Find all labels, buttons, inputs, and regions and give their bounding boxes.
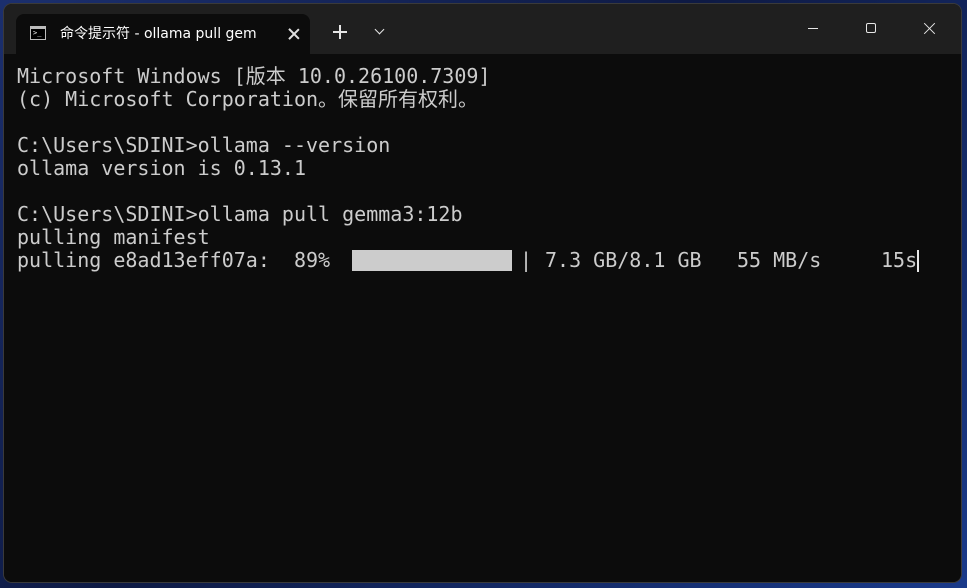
minimize-icon[interactable] <box>784 4 842 54</box>
progress-prefix: pulling e8ad13eff07a: 89% <box>17 248 331 272</box>
command-line: C:\Users\SDINI>ollama --version <box>17 133 391 157</box>
progress-separator: | <box>520 248 533 272</box>
plus-icon[interactable] <box>326 18 354 46</box>
tab-title: 命令提示符 - ollama pull gem <box>60 26 257 42</box>
close-icon[interactable] <box>288 28 300 40</box>
output-line: ollama version is 0.13.1 <box>17 156 306 180</box>
terminal-output[interactable]: Microsoft Windows [版本 10.0.26100.7309] (… <box>4 54 961 582</box>
text-cursor <box>917 250 919 272</box>
output-line: pulling manifest <box>17 225 210 249</box>
chevron-down-icon[interactable] <box>368 20 392 44</box>
tab-command-prompt[interactable]: 命令提示符 - ollama pull gem <box>16 14 310 54</box>
command-line: C:\Users\SDINI>ollama pull gemma3:12b <box>17 202 463 226</box>
output-line: (c) Microsoft Corporation。保留所有权利。 <box>17 87 479 111</box>
time-remaining: 15s <box>881 248 918 272</box>
terminal-icon <box>30 26 46 40</box>
output-line: Microsoft Windows [版本 10.0.26100.7309] <box>17 64 491 88</box>
terminal-window: 命令提示符 - ollama pull gem Microsoft Window… <box>4 4 961 582</box>
maximize-icon[interactable] <box>842 4 900 54</box>
close-window-icon[interactable] <box>900 4 958 54</box>
title-bar[interactable]: 命令提示符 - ollama pull gem <box>4 4 961 54</box>
progress-bar <box>352 250 532 271</box>
progress-line: pulling e8ad13eff07a: 89% | 7.3 GB/8.1 G… <box>17 249 919 272</box>
download-speed: 55 MB/s <box>737 248 822 272</box>
progress-bar-fill <box>352 250 513 271</box>
download-size: 7.3 GB/8.1 GB <box>545 248 702 272</box>
